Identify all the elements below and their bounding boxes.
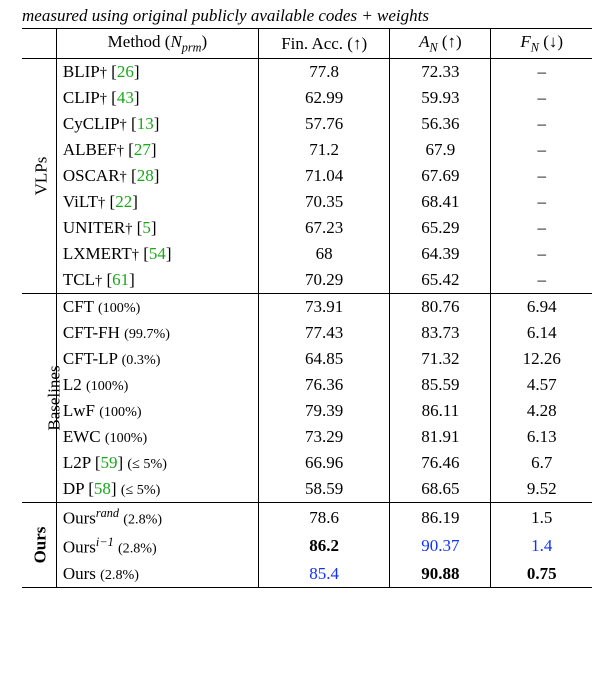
table-row: CFT-FH (99.7%) 77.4383.736.14 [22, 320, 592, 346]
table-row: LwF (100%) 79.3986.114.28 [22, 398, 592, 424]
table-row: ALBEF [27] 71.267.9– [22, 137, 592, 163]
col-fin-acc: Fin. Acc. (↑) [258, 29, 389, 59]
table-row: OSCAR [28] 71.0467.69– [22, 163, 592, 189]
table-row: CFT-LP (0.3%) 64.8571.3212.26 [22, 346, 592, 372]
table-row: UNITER [5] 67.2365.29– [22, 215, 592, 241]
table-row: Ours Oursrand (2.8%) 78.686.191.5 [22, 503, 592, 532]
table-row: CLIP [43] 62.9959.93– [22, 85, 592, 111]
header-row: Method (Nprm) Fin. Acc. (↑) AN (↑) FN (↓… [22, 29, 592, 59]
table-row: ViLT [22] 70.3568.41– [22, 189, 592, 215]
table-row: LXMERT [54] 6864.39– [22, 241, 592, 267]
table-row: Oursi−1 (2.8%) 86.2 90.37 1.4 [22, 532, 592, 561]
table-row: VLPs BLIP [26] 77.8 72.33 – [22, 59, 592, 86]
col-an: AN (↑) [390, 29, 491, 59]
group-vlps: VLPs [22, 59, 56, 294]
table-caption: measured using original publicly availab… [22, 6, 592, 26]
table-row: TCL [61] 70.2965.42– [22, 267, 592, 294]
table-row: Baselines CFT (100%) 73.9180.766.94 [22, 294, 592, 321]
table-row: DP [58] (≤ 5%) 58.5968.659.52 [22, 476, 592, 503]
table-row: Ours (2.8%) 85.4 90.88 0.75 [22, 561, 592, 588]
table-row: CyCLIP [13] 57.7656.36– [22, 111, 592, 137]
table-row: L2P [59] (≤ 5%) 66.9676.466.7 [22, 450, 592, 476]
group-ours: Ours [22, 503, 56, 587]
group-baselines: Baselines [22, 294, 56, 503]
col-fn: FN (↓) [491, 29, 592, 59]
results-table: Method (Nprm) Fin. Acc. (↑) AN (↑) FN (↓… [22, 28, 592, 588]
table-row: L2 (100%) 76.3685.594.57 [22, 372, 592, 398]
table-row: EWC (100%) 73.2981.916.13 [22, 424, 592, 450]
col-method: Method (Nprm) [56, 29, 258, 59]
